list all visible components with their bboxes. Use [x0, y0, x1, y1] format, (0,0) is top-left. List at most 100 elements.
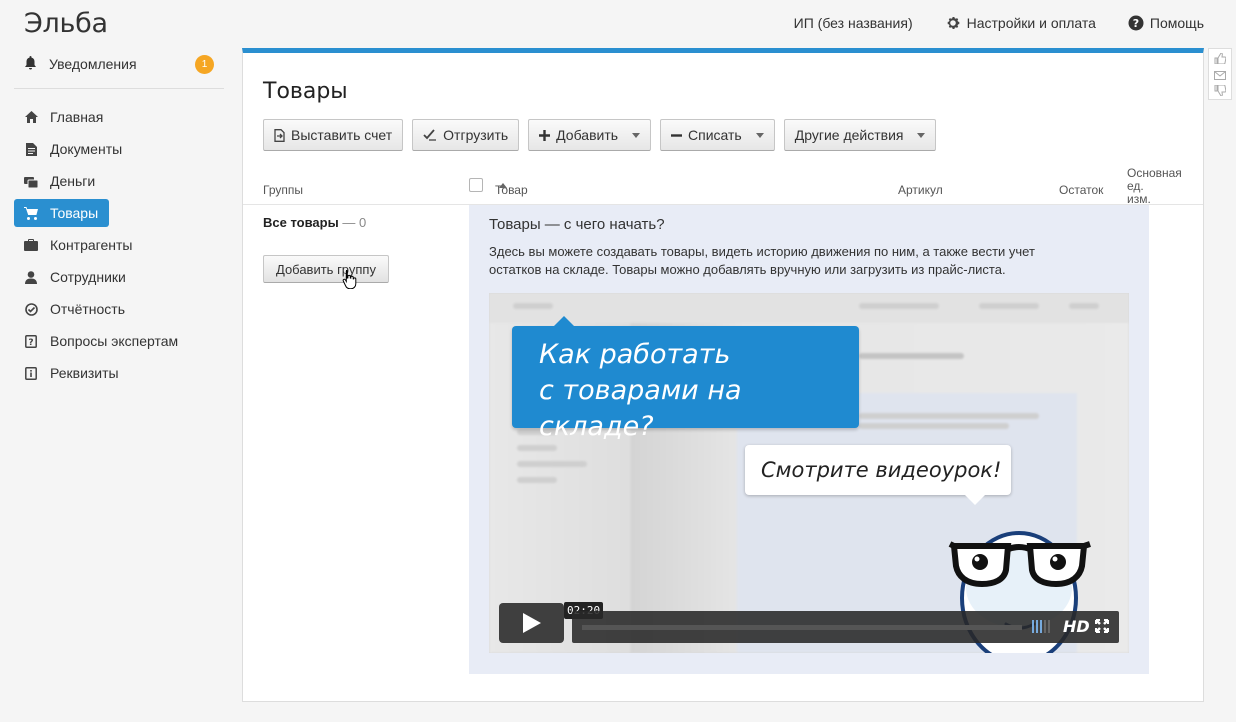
question-circle-icon: ? — [1128, 15, 1144, 31]
issue-invoice-button[interactable]: Выставить счет — [263, 119, 404, 151]
groups-panel: Все товары — 0 Добавить группу — [263, 215, 389, 290]
sidebar-item-goods[interactable]: Товары — [14, 199, 109, 227]
chevron-down-icon — [632, 132, 641, 138]
add-dropdown-button[interactable]: Добавить — [528, 119, 652, 151]
issue-invoice-label: Выставить счет — [291, 127, 393, 143]
settings-link[interactable]: Настройки и оплата — [945, 15, 1096, 31]
sidebar-item-expert-questions[interactable]: ? Вопросы экспертам — [14, 327, 224, 355]
video-control-bar: HD — [572, 611, 1119, 643]
thumbs-up-icon[interactable] — [1214, 51, 1227, 67]
question-icon: ? — [24, 334, 38, 348]
add-label: Добавить — [556, 127, 619, 143]
settings-label: Настройки и оплата — [966, 15, 1096, 31]
group-separator: — — [342, 215, 356, 230]
app-logo[interactable]: Эльба — [24, 8, 108, 39]
column-groups: Группы — [263, 183, 303, 197]
group-all-goods-count: 0 — [358, 215, 367, 230]
video-progress-track[interactable] — [582, 625, 1022, 630]
chevron-down-icon — [917, 132, 926, 138]
help-title: Товары — с чего начать? — [489, 216, 665, 233]
video-subtitle-text: Смотрите видеоурок! — [761, 458, 1002, 482]
sidebar-item-label: Товары — [50, 205, 99, 221]
sidebar-item-label: Вопросы экспертам — [50, 333, 179, 349]
ship-label: Отгрузить — [443, 127, 509, 143]
video-player[interactable]: Как работать с товарами на складе? Смотр… — [489, 293, 1129, 653]
other-actions-dropdown-button[interactable]: Другие действия — [783, 119, 937, 151]
page-title: Товары — [263, 79, 348, 104]
sidebar-item-documents[interactable]: Документы — [14, 135, 224, 163]
briefcase-icon — [24, 238, 38, 252]
minus-icon — [671, 130, 683, 141]
volume-control[interactable] — [1032, 620, 1052, 633]
gear-icon — [945, 15, 961, 31]
ship-icon — [423, 129, 437, 141]
help-label: Помощь — [1149, 15, 1204, 31]
sidebar-divider — [14, 88, 224, 89]
other-actions-label: Другие действия — [794, 127, 904, 143]
notifications-link[interactable]: Уведомления 1 — [14, 50, 224, 78]
sidebar-item-employees[interactable]: Сотрудники — [14, 263, 224, 291]
sidebar-item-label: Контрагенты — [50, 237, 133, 253]
column-article: Артикул — [898, 183, 943, 197]
volume-bar — [1048, 620, 1050, 633]
top-bar: ИП (без названия) Настройки и оплата ? П… — [794, 15, 1204, 31]
invoice-icon — [274, 128, 285, 142]
volume-bar — [1036, 620, 1038, 633]
info-icon — [24, 366, 38, 380]
company-name: ИП (без названия) — [793, 15, 913, 31]
sidebar: Уведомления 1 Главная Документы Деньги Т… — [14, 50, 224, 391]
sidebar-item-label: Деньги — [50, 173, 96, 189]
sidebar-item-money[interactable]: Деньги — [14, 167, 224, 195]
feedback-widget — [1208, 48, 1232, 100]
video-title-bubble: Как работать с товарами на складе? — [512, 316, 859, 442]
sidebar-item-label: Сотрудники — [50, 269, 126, 285]
home-icon — [24, 110, 38, 124]
select-all-checkbox[interactable] — [469, 178, 483, 192]
sidebar-item-label: Реквизиты — [50, 365, 119, 381]
help-text: Здесь вы можете создавать товары, видеть… — [489, 244, 1035, 277]
chevron-down-icon — [755, 132, 764, 138]
money-icon — [24, 174, 38, 188]
hand-cursor-icon — [341, 269, 357, 292]
play-icon — [522, 613, 541, 633]
help-link[interactable]: ? Помощь — [1128, 15, 1204, 31]
sort-asc-icon — [499, 183, 507, 188]
cart-icon — [24, 206, 38, 220]
play-button[interactable] — [499, 603, 564, 643]
sidebar-item-contractors[interactable]: Контрагенты — [14, 231, 224, 259]
sidebar-item-label: Документы — [50, 141, 123, 157]
add-group-button[interactable]: Добавить группу — [263, 255, 389, 283]
fullscreen-icon[interactable] — [1095, 619, 1109, 636]
ship-button[interactable]: Отгрузить — [412, 119, 520, 151]
volume-bar — [1044, 620, 1046, 633]
column-stock: Остаток — [1059, 183, 1104, 197]
company-selector[interactable]: ИП (без названия) — [794, 15, 913, 31]
video-subtitle-bubble: Смотрите видеоурок! — [745, 445, 1011, 505]
group-all-goods[interactable]: Все товары — 0 — [263, 215, 366, 230]
video-title-line1: Как работать — [539, 339, 731, 370]
main-panel: Товары Выставить счет Отгрузить Добавить… — [242, 48, 1204, 702]
writeoff-dropdown-button[interactable]: Списать — [660, 119, 775, 151]
plus-icon — [539, 129, 551, 141]
svg-text:?: ? — [28, 338, 33, 348]
volume-bar — [1032, 620, 1034, 633]
sidebar-item-home[interactable]: Главная — [14, 103, 224, 131]
sidebar-item-requisites[interactable]: Реквизиты — [14, 359, 224, 387]
notifications-count-badge: 1 — [195, 55, 214, 74]
sidebar-item-reports[interactable]: Отчётность — [14, 295, 224, 323]
document-icon — [24, 142, 38, 156]
getting-started-box: Товары — с чего начать? Здесь вы можете … — [469, 205, 1149, 674]
hd-toggle[interactable]: HD — [1063, 617, 1090, 636]
thumbs-down-icon[interactable] — [1214, 83, 1227, 99]
toolbar: Выставить счет Отгрузить Добавить Списат… — [263, 119, 945, 151]
volume-bar — [1040, 620, 1042, 633]
bell-icon — [24, 55, 37, 73]
notifications-label: Уведомления — [49, 56, 137, 72]
writeoff-label: Списать — [688, 127, 742, 143]
column-unit-line2: ед. изм. — [1127, 179, 1151, 206]
person-icon — [24, 270, 38, 284]
report-icon — [24, 302, 38, 316]
svg-text:?: ? — [1133, 17, 1139, 30]
sidebar-item-label: Главная — [50, 109, 104, 125]
mail-icon[interactable] — [1214, 67, 1226, 83]
